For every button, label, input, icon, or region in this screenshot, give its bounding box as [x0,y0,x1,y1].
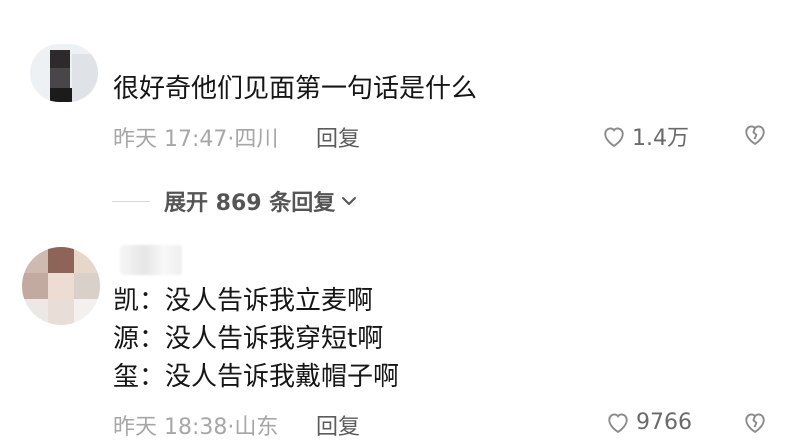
chevron-down-icon [342,197,357,205]
comment-line: 源：没人告诉我穿短t啊 [113,324,384,354]
avatar[interactable] [22,247,100,325]
like-button[interactable]: 1.4万 [600,120,689,152]
like-count: 1.4万 [632,126,689,151]
comment-line: 玺：没人告诉我戴帽子啊 [113,362,400,392]
expand-replies-label: 展开 869 条回复 [164,191,336,216]
comment-time-location: 昨天 18:38·山东 [113,415,279,440]
divider [112,200,150,202]
username[interactable] [120,245,182,275]
expand-replies-button[interactable]: 展开 869 条回复 [112,185,359,217]
heart-outline-icon [608,413,628,434]
heart-outline-icon [604,127,624,148]
comment-text: 很好奇他们见面第一句话是什么 [113,74,478,104]
broken-heart-icon[interactable] [741,408,769,436]
like-button[interactable]: 9766 [604,408,692,436]
avatar[interactable] [30,44,98,102]
reply-button[interactable]: 回复 [316,121,360,153]
comment-line: 凯：没人告诉我立麦啊 [113,286,374,316]
comment-time-location: 昨天 17:47·四川 [113,127,279,152]
broken-heart-icon[interactable] [741,120,769,148]
reply-button[interactable]: 回复 [316,409,360,441]
like-count: 9766 [636,409,692,435]
